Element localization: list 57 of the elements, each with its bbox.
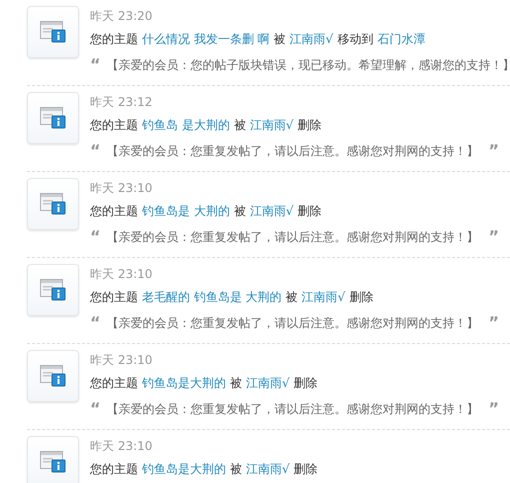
open-quote-mark: “ [90,55,101,75]
notice-time: 昨天 23:10 [90,180,154,197]
quote-text: 【亲爱的会员：您的帖子版块错误，现已移动。希望理解，感谢您的支持！】 [106,57,510,74]
quote-text: 【亲爱的会员：您重复发帖了，请以后注意。感谢您对荆网的支持！】 [106,401,479,418]
notice-time: 昨天 23:12 [90,94,154,111]
window-info-icon [40,451,66,473]
window-info-icon [40,279,66,301]
message-text: 删除 [297,203,322,220]
message-link[interactable]: 什么情况 我发一条删 啊 [142,29,270,49]
message-text: 删除 [349,289,374,306]
open-quote-mark: “ [90,227,101,247]
quote-text: 【亲爱的会员：您重复发帖了，请以后注意。感谢您对荆网的支持！】 [106,315,479,332]
close-quote-mark: ” [488,399,500,419]
message-link[interactable]: 钓鱼岛 是大荆的 [142,115,230,135]
message-text: 删除 [297,117,322,134]
message-link[interactable]: 老毛醒的 钓鱼岛是 大荆的 [142,287,282,307]
message-link[interactable]: 石门水潭 [377,29,426,49]
message-link[interactable]: 江南雨√ [250,115,294,135]
notice-time: 昨天 23:10 [90,438,154,455]
window-info-icon [40,21,66,43]
message-text: 移动到 [337,31,374,48]
message-text: 被 [234,117,246,134]
notice-time: 昨天 23:10 [90,352,154,369]
close-quote-mark: ” [488,313,500,333]
message-text: 您的主题 [90,289,138,306]
message-link[interactable]: 钓鱼岛是大荆的 [142,373,226,393]
message-link[interactable]: 江南雨√ [250,201,294,221]
message-text: 被 [230,375,242,392]
close-quote-mark: ” [488,141,500,161]
window-info-icon [40,193,66,215]
close-quote-mark: ” [488,227,500,247]
message-link[interactable]: 江南雨√ [290,29,334,49]
message-text: 被 [230,461,242,478]
message-text: 被 [274,31,286,48]
message-link[interactable]: 江南雨√ [246,459,290,479]
open-quote-mark: “ [90,141,101,161]
message-link[interactable]: 钓鱼岛是 大荆的 [142,201,230,221]
notice-time: 昨天 23:20 [90,8,154,25]
message-text: 您的主题 [90,461,138,478]
open-quote-mark: “ [90,399,101,419]
message-text: 删除 [294,461,318,478]
message-text: 您的主题 [90,31,138,48]
message-text: 您的主题 [90,203,138,220]
window-info-icon [40,107,66,129]
message-link[interactable]: 钓鱼岛是大荆的 [142,459,226,479]
message-text: 删除 [294,375,318,392]
message-text: 被 [286,289,298,306]
message-text: 您的主题 [90,375,138,392]
message-link[interactable]: 江南雨√ [246,373,290,393]
message-text: 被 [234,203,246,220]
window-info-icon [40,365,66,387]
notice-time: 昨天 23:10 [90,266,154,283]
quote-text: 【亲爱的会员：您重复发帖了，请以后注意。感谢您对荆网的支持！】 [106,143,479,160]
message-link[interactable]: 江南雨√ [302,287,346,307]
message-text: 您的主题 [90,117,138,134]
quote-text: 【亲爱的会员：您重复发帖了，请以后注意。感谢您对荆网的支持！】 [106,229,479,246]
open-quote-mark: “ [90,313,101,333]
